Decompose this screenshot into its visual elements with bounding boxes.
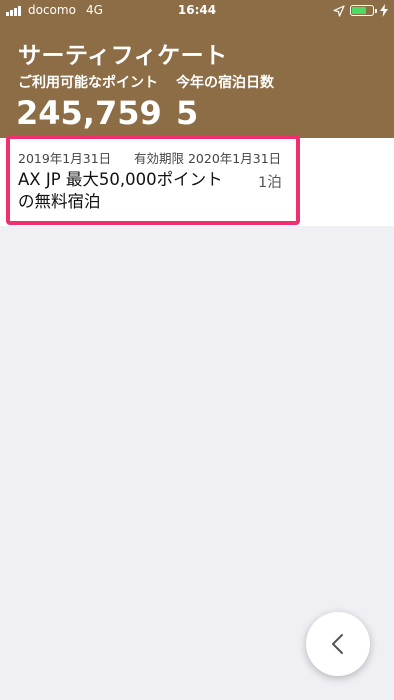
bolt-icon <box>380 4 388 17</box>
available-points-label: ご利用可能なポイント <box>18 75 158 91</box>
certificate-name: AX JP 最大50,000ポイントの無料宿泊 <box>18 170 223 211</box>
header: docomo 4G 16:44 サーティフィケート ご利用可能なポイント 今年の… <box>0 0 394 138</box>
back-button[interactable] <box>306 612 370 676</box>
status-bar: docomo 4G 16:44 <box>0 0 394 22</box>
location-arrow-icon <box>333 5 345 17</box>
certificate-issue-date: 2019年1月31日 <box>18 151 112 166</box>
certificate-night-count: 1泊 <box>258 175 282 191</box>
certificate-card[interactable]: 2019年1月31日 有効期限 2020年1月31日 AX JP 最大50,00… <box>6 135 300 225</box>
page-title: サーティフィケート <box>18 43 228 69</box>
nights-this-year-value: 5 <box>176 94 199 132</box>
battery-icon <box>350 5 377 16</box>
nights-this-year-label: 今年の宿泊日数 <box>176 75 274 91</box>
chevron-left-icon <box>332 634 343 654</box>
certificate-expiry: 有効期限 2020年1月31日 <box>134 151 282 166</box>
available-points-value: 245,759 <box>16 94 162 132</box>
